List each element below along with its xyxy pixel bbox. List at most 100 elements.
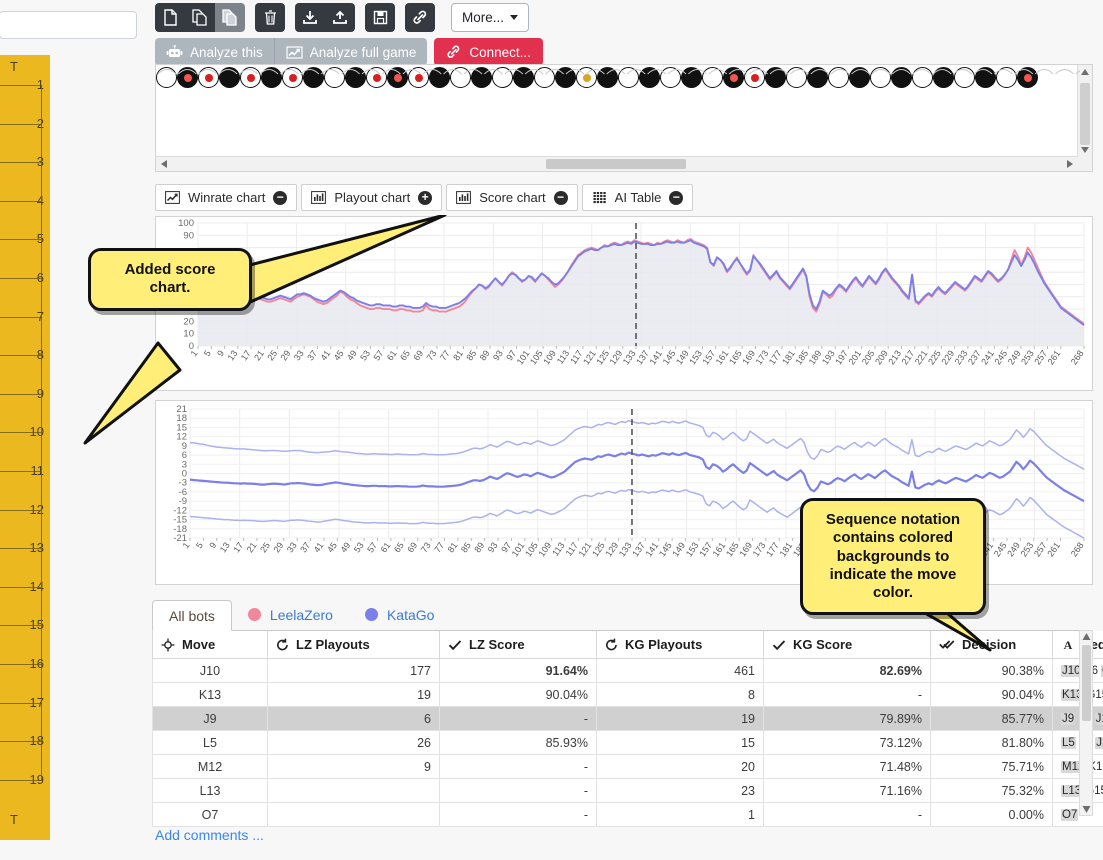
cell-kg_score: 71.16%	[763, 778, 931, 803]
remove-chart-icon[interactable]: −	[273, 190, 288, 205]
column-header-kg-score[interactable]: KG Score	[763, 631, 931, 659]
double-check-icon	[939, 638, 955, 651]
column-header-lz-score[interactable]: LZ Score	[439, 631, 597, 659]
column-header-kg-playouts[interactable]: KG Playouts	[596, 631, 764, 659]
cell-lz_score: 91.64%	[439, 658, 597, 683]
scrollbar-thumb[interactable]	[1080, 83, 1090, 145]
table-row[interactable]: L52685.93%1573.12%81.80%L5F6J10F5L13	[152, 730, 1103, 755]
move-arc	[769, 69, 789, 75]
table-row[interactable]: M129-2071.48%75.71%M12K13J10F...	[152, 754, 1103, 779]
winrate-chart[interactable]: 0 10 20 90 100 1 5 9 13 17 21 25 29 33 37 41 45 49 53 57 61 6…	[155, 216, 1093, 391]
column-header-lz-playouts[interactable]: LZ Playouts	[267, 631, 440, 659]
save-icon-button[interactable]	[365, 3, 395, 32]
chart-tab-score-chart[interactable]: Score chart −	[446, 184, 578, 211]
chart-tab-bar: Winrate chart − Playout chart + Score chart −…	[155, 184, 697, 211]
add-chart-icon[interactable]: +	[418, 190, 433, 205]
cell-sequence: J10F6O7O8...	[1052, 658, 1103, 683]
column-header-label: Move	[182, 637, 216, 652]
add-comments-link[interactable]: Add comments ...	[155, 827, 264, 843]
chart-tab-playout-chart[interactable]: Playout chart +	[301, 184, 443, 211]
move-list-horizontal-scrollbar[interactable]	[156, 156, 1078, 171]
paste-icon-button[interactable]	[215, 3, 245, 32]
cell-lz_playouts	[267, 802, 440, 827]
link-button-group	[405, 3, 435, 32]
table-row[interactable]: L13 -2371.16%75.32%L13G15J10F6...	[152, 778, 1103, 803]
toolbar-analyze-row: Analyze this Analyze full game Connect..…	[155, 38, 543, 66]
line-chart-icon	[165, 191, 180, 204]
move-arc	[606, 69, 626, 75]
move-arc	[382, 69, 401, 75]
line-chart-icon	[286, 45, 303, 59]
ai-move-table[interactable]: Move LZ Playouts LZ Score KG Playouts KG Sco…	[152, 631, 1103, 827]
scrollbar-corner	[1078, 157, 1092, 171]
chart-tab-ai-table[interactable]: AI Table −	[581, 184, 694, 211]
link-icon-button[interactable]	[405, 3, 435, 32]
move-arc	[198, 69, 218, 75]
bot-tab-label: LeelaZero	[269, 606, 333, 623]
ai-table-scrollbar[interactable]	[1079, 630, 1093, 816]
trash-icon-button[interactable]	[255, 3, 285, 32]
bot-tab-all-bots[interactable]: All bots	[152, 600, 232, 631]
table-row[interactable]: J96-1979.89%85.77%J9F6J10F5L13	[152, 706, 1103, 731]
cell-move: J9	[152, 706, 268, 731]
column-header-decision[interactable]: Decision	[930, 631, 1053, 659]
scroll-up-arrow-icon[interactable]	[1081, 632, 1092, 641]
callout-score-chart: Added score chart.	[88, 248, 252, 311]
move-arc	[790, 69, 809, 75]
callout-sequence-notation: Sequence notation contains colored backg…	[800, 498, 986, 616]
connect-button[interactable]: Connect...	[434, 38, 543, 66]
remove-chart-icon[interactable]: −	[553, 190, 568, 205]
column-header-seque[interactable]: ASeque...	[1052, 631, 1103, 659]
chart-tab-action-glyph: −	[672, 189, 680, 204]
bot-tab-leelazero[interactable]: LeelaZero	[232, 599, 349, 630]
table-row[interactable]: O7-1-0.00% O7	[152, 802, 1103, 827]
scroll-left-arrow-icon[interactable]	[159, 158, 169, 170]
move-list-panel[interactable]	[155, 64, 1093, 172]
board-bottom-marker: T	[10, 812, 18, 827]
ai-table-body[interactable]: J1017791.64%46182.69%90.38%J10F6O7O8...K…	[152, 658, 1103, 827]
bot-color-dot	[364, 608, 378, 621]
move-arc	[341, 69, 360, 75]
column-header-move[interactable]: Move	[152, 631, 268, 659]
y-tick-label: 90	[183, 230, 194, 241]
copy-icon-button[interactable]	[185, 3, 215, 32]
move-list-viewport[interactable]	[156, 65, 1078, 157]
scroll-up-arrow-icon[interactable]	[1079, 67, 1091, 77]
analyze-full-game-button[interactable]: Analyze full game	[273, 38, 428, 66]
bot-tab-katago[interactable]: KataGo	[349, 599, 450, 630]
move-search-input[interactable]	[0, 11, 137, 39]
cell-decision: 90.04%	[930, 682, 1053, 707]
table-row[interactable]: J1017791.64%46182.69%90.38%J10F6O7O8...	[152, 658, 1103, 683]
column-header-label: LZ Score	[469, 637, 525, 652]
move-list-vertical-scrollbar[interactable]	[1077, 65, 1092, 157]
move-arc	[545, 69, 564, 75]
chart-tab-label: AI Table	[614, 190, 662, 205]
upload-icon-button[interactable]	[325, 3, 355, 32]
go-board-gutter[interactable]: T T 12345678910111213141516171819	[0, 55, 50, 840]
move-arc	[749, 69, 768, 75]
cell-decision: 85.77%	[930, 706, 1053, 731]
remove-chart-icon[interactable]: −	[669, 189, 684, 205]
scrollbar-thumb[interactable]	[546, 159, 686, 169]
scrollbar-thumb[interactable]	[1082, 645, 1091, 721]
cell-kg_score: -	[763, 802, 931, 827]
move-arc	[320, 69, 340, 75]
chart-tab-winrate-chart[interactable]: Winrate chart −	[155, 184, 298, 211]
new-file-icon-button[interactable]	[155, 3, 185, 32]
analyze-this-button[interactable]: Analyze this	[155, 38, 274, 66]
more-menu-button[interactable]: More...	[451, 3, 530, 32]
cell-kg_score: 71.48%	[763, 754, 931, 779]
cell-kg_playouts: 1	[596, 802, 764, 827]
table-row[interactable]: K131990.04%8-90.04%K13G15J10F5...	[152, 682, 1103, 707]
cell-decision: 75.71%	[930, 754, 1053, 779]
board-gridline	[0, 625, 42, 627]
scroll-right-arrow-icon[interactable]	[1065, 158, 1075, 170]
move-arc	[1014, 69, 1034, 75]
download-icon-button[interactable]	[295, 3, 325, 32]
cell-move: L5	[152, 730, 268, 755]
scroll-down-arrow-icon[interactable]	[1081, 805, 1092, 814]
check-icon	[448, 639, 462, 651]
cell-lz_playouts: 6	[267, 706, 440, 731]
scroll-down-arrow-icon[interactable]	[1079, 145, 1091, 155]
cell-sequence: M12K13J10F...	[1052, 754, 1103, 779]
